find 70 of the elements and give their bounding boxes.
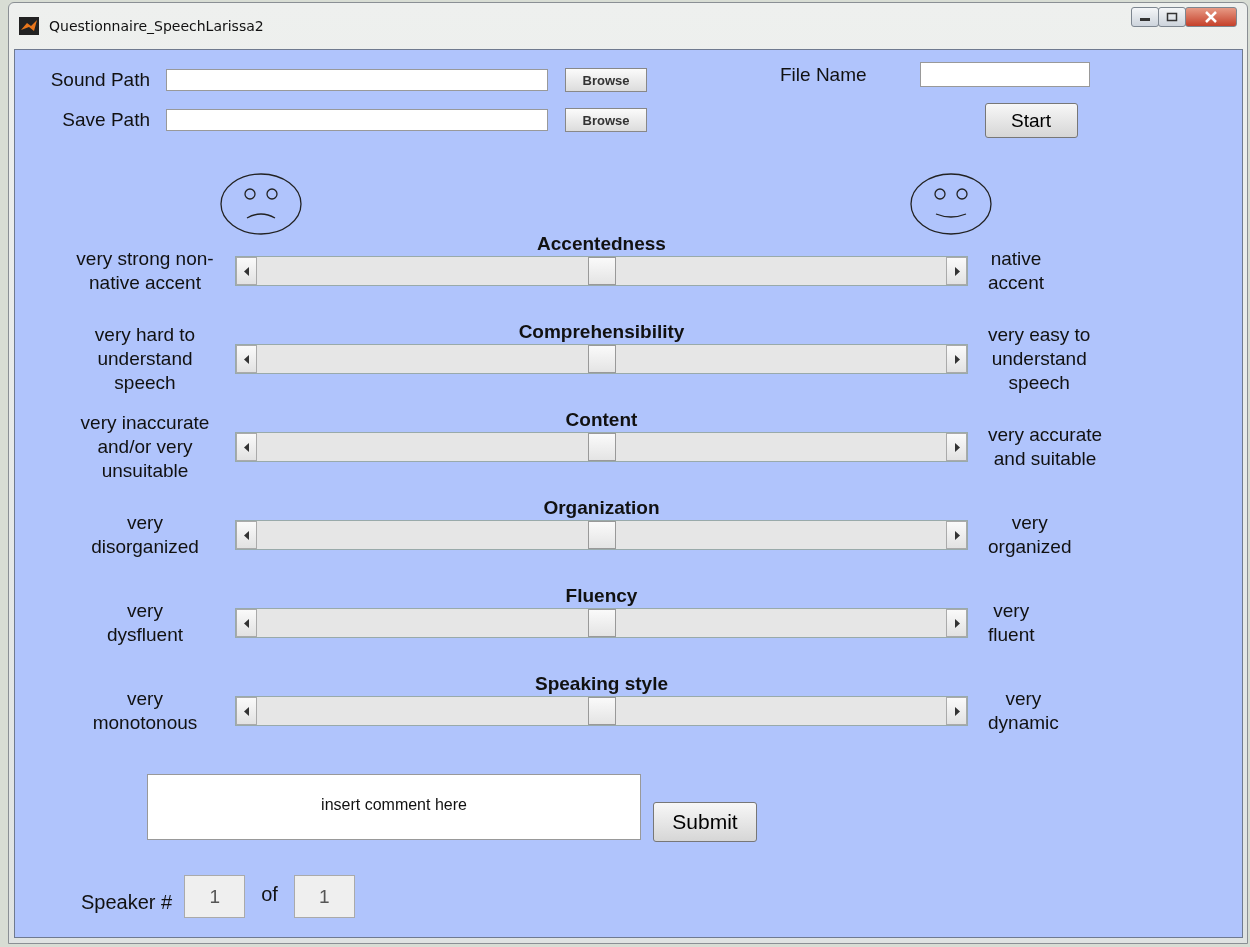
path-label: Sound Path [49, 69, 151, 91]
close-button[interactable] [1185, 7, 1237, 27]
scale-high-label: very easy to understand speech [988, 323, 1091, 395]
left-arrow-button[interactable] [236, 257, 257, 285]
comment-field[interactable]: insert comment here [147, 774, 641, 840]
scale-low-label: very dysfluent [106, 599, 183, 647]
right-arrow-icon [953, 530, 960, 540]
path-field[interactable] [166, 109, 548, 131]
slider-thumb[interactable] [587, 433, 616, 461]
path-label: Save Path [61, 109, 151, 131]
of-label: of [261, 883, 278, 907]
right-arrow-button[interactable] [946, 433, 967, 461]
close-icon [1204, 11, 1218, 23]
app-icon [19, 17, 39, 35]
right-arrow-icon [953, 618, 960, 628]
right-arrow-icon [953, 442, 960, 452]
left-arrow-button[interactable] [236, 345, 257, 373]
left-arrow-icon [243, 266, 250, 276]
right-arrow-icon [953, 706, 960, 716]
left-arrow-button[interactable] [236, 697, 257, 725]
sad-face-icon [219, 172, 303, 236]
left-arrow-icon [243, 530, 250, 540]
left-arrow-icon [243, 354, 250, 364]
right-arrow-button[interactable] [946, 697, 967, 725]
browse-button[interactable]: Browse [565, 108, 647, 132]
scale-title: Content [564, 409, 639, 431]
scale-low-label: very disorganized [91, 511, 199, 559]
slider-thumb[interactable] [587, 345, 616, 373]
right-arrow-button[interactable] [946, 257, 967, 285]
window-title: Questionnaire_SpeechLarissa2 [49, 18, 264, 34]
right-arrow-icon [953, 266, 960, 276]
start-button[interactable]: Start [984, 103, 1078, 138]
scale-title: Fluency [564, 585, 639, 607]
scale-high-label: very accurate and suitable [988, 423, 1103, 471]
scale-title: Comprehensibility [517, 321, 686, 343]
scale-low-label: very monotonous [92, 687, 198, 735]
scale-title: Speaking style [533, 673, 670, 695]
file-name-field[interactable] [919, 62, 1090, 87]
file-name-label: File Name [780, 63, 867, 86]
scale-title: Organization [542, 497, 661, 519]
slider-thumb[interactable] [587, 521, 616, 549]
scale-high-label: very fluent [988, 599, 1035, 647]
left-arrow-button[interactable] [236, 609, 257, 637]
smiley-face-icon [909, 172, 993, 236]
left-arrow-button[interactable] [236, 521, 257, 549]
speaker-label: Speaker # [81, 891, 173, 914]
slider-thumb[interactable] [587, 257, 616, 285]
browse-button[interactable]: Browse [565, 68, 647, 92]
scale-high-label: native accent [988, 247, 1044, 295]
scale-low-label: very strong non- native accent [76, 247, 214, 295]
left-arrow-icon [243, 618, 250, 628]
left-arrow-icon [243, 442, 250, 452]
path-field[interactable] [166, 69, 548, 91]
maximize-button[interactable] [1158, 7, 1186, 27]
scale-low-label: very inaccurate and/or very unsuitable [80, 411, 210, 483]
scale-high-label: very organized [988, 511, 1072, 559]
right-arrow-button[interactable] [946, 609, 967, 637]
maximize-icon [1166, 12, 1178, 22]
slider-thumb[interactable] [587, 697, 616, 725]
right-arrow-button[interactable] [946, 521, 967, 549]
left-arrow-button[interactable] [236, 433, 257, 461]
left-arrow-icon [243, 706, 250, 716]
scale-low-label: very hard to understand speech [94, 323, 196, 395]
minimize-button[interactable] [1131, 7, 1159, 27]
submit-button[interactable]: Submit [653, 802, 757, 842]
right-arrow-button[interactable] [946, 345, 967, 373]
right-arrow-icon [953, 354, 960, 364]
scale-title: Accentedness [536, 233, 667, 255]
scale-high-label: very dynamic [988, 687, 1059, 735]
slider-thumb[interactable] [587, 609, 616, 637]
